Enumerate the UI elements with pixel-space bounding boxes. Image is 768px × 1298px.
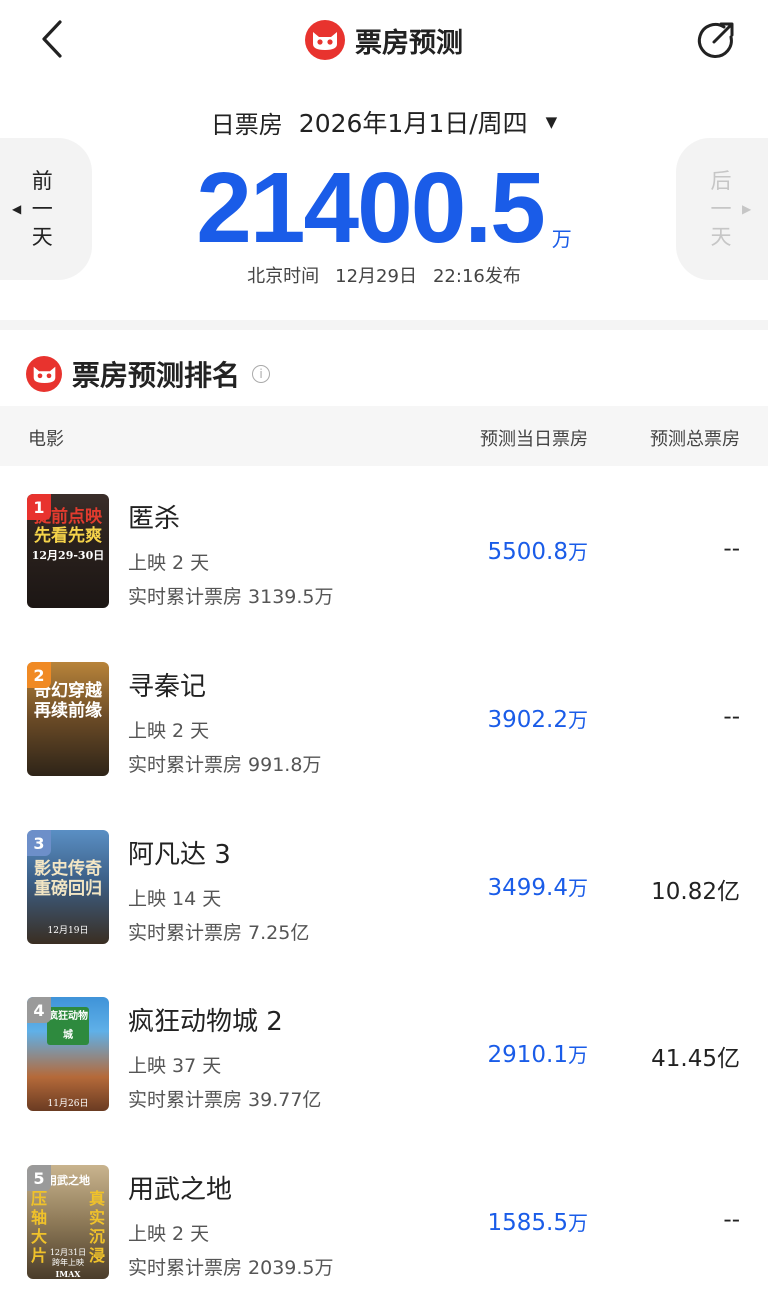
- info-icon[interactable]: i: [252, 365, 271, 383]
- publish-time-text: 22:16发布: [432, 266, 521, 287]
- total-forecast-value: 21400.5: [196, 152, 545, 264]
- movie-title: 匿杀: [128, 504, 181, 534]
- day-forecast: 3499.4万: [488, 872, 588, 901]
- poster-text: 12月19日: [47, 926, 89, 936]
- poster-text: 疯狂动物城: [47, 1007, 89, 1045]
- rank-badge: 4: [27, 997, 51, 1023]
- date-selector[interactable]: 日票房 2026年1月1日/周四 ▼: [0, 104, 768, 140]
- day-forecast: 5500.8万: [488, 536, 588, 565]
- rank-badge: 3: [27, 830, 51, 856]
- share-arrow-icon: [697, 22, 734, 58]
- total-forecast-cell: 10.82亿: [651, 879, 740, 905]
- release-days: 上映 2 天: [128, 552, 210, 574]
- cumulative-box-office: 实时累计票房 2039.5万: [128, 1257, 334, 1279]
- day-forecast-value: 3902.2: [487, 707, 568, 733]
- day-forecast-unit: 万: [568, 1043, 588, 1067]
- release-days: 上映 37 天: [128, 1055, 222, 1077]
- column-header-total-forecast: 预测总票房: [650, 429, 740, 450]
- release-days: 上映 2 天: [128, 720, 210, 742]
- cumulative-box-office: 实时累计票房 7.25亿: [128, 922, 310, 944]
- cumulative-box-office: 实时累计票房 3139.5万: [128, 586, 334, 608]
- day-forecast-unit: 万: [568, 1211, 588, 1235]
- movie-title: 用武之地: [128, 1175, 233, 1205]
- rank-badge: 2: [27, 662, 51, 688]
- release-days: 上映 14 天: [128, 888, 222, 910]
- day-forecast: 3902.2万: [488, 704, 588, 733]
- movie-poster: 疯狂动物城 11月26日 4: [27, 997, 109, 1111]
- table-row[interactable]: 提前点映 先看先爽 12月29-30日 1 匿杀 上映 2 天 实时累计票房 3…: [0, 494, 768, 614]
- date-type-label: 日票房: [210, 110, 283, 139]
- dropdown-caret-icon: ▼: [545, 113, 558, 131]
- movie-title: 阿凡达 3: [128, 840, 231, 870]
- publish-zone: 北京时间: [247, 266, 320, 287]
- poster-text: 11月26日: [47, 1099, 89, 1109]
- total-forecast-cell: --: [723, 536, 740, 562]
- poster-text: 再续前缘: [34, 701, 102, 721]
- cat-logo-icon: [26, 356, 62, 392]
- cat-logo-icon: [305, 20, 345, 60]
- poster-text: 先看先爽: [34, 526, 102, 546]
- total-forecast-cell: --: [723, 1207, 740, 1233]
- movie-poster: 奇幻穿越 再续前缘 2: [27, 662, 109, 776]
- table-row[interactable]: 奇幻穿越 再续前缘 2 寻秦记 上映 2 天 实时累计票房 991.8万 390…: [0, 662, 768, 782]
- table-header: 电影 预测当日票房 预测总票房: [0, 406, 768, 466]
- poster-text: 重磅回归: [34, 879, 102, 899]
- total-forecast-cell: --: [723, 704, 740, 730]
- day-forecast-unit: 万: [568, 876, 588, 900]
- date-value: 2026年1月1日/周四: [298, 109, 528, 138]
- column-header-day-forecast: 预测当日票房: [480, 429, 588, 450]
- day-forecast-unit: 万: [568, 540, 588, 564]
- movie-poster: 影史传奇 重磅回归 12月19日 3: [27, 830, 109, 944]
- release-days: 上映 2 天: [128, 1223, 210, 1245]
- day-forecast-value: 5500.8: [487, 539, 568, 565]
- title-group: 票房预测: [0, 20, 768, 60]
- column-header-movie: 电影: [28, 429, 64, 450]
- movie-title: 疯狂动物城 2: [128, 1007, 283, 1037]
- cumulative-box-office: 实时累计票房 39.77亿: [128, 1089, 322, 1111]
- rank-badge: 5: [27, 1165, 51, 1191]
- table-row[interactable]: 用武之地 压轴大片 真实沉浸 12月31日 跨年上映 IMAX 5 用武之地 上…: [0, 1165, 768, 1285]
- poster-text: 影史传奇: [34, 859, 102, 879]
- total-forecast: 21400.5 万: [0, 158, 768, 258]
- table-row[interactable]: 疯狂动物城 11月26日 4 疯狂动物城 2 上映 37 天 实时累计票房 39…: [0, 997, 768, 1117]
- movie-poster: 用武之地 压轴大片 真实沉浸 12月31日 跨年上映 IMAX 5: [27, 1165, 109, 1279]
- section-divider: [0, 320, 768, 330]
- movie-poster: 提前点映 先看先爽 12月29-30日 1: [27, 494, 109, 608]
- page-title: 票房预测: [355, 27, 463, 59]
- section-title: 票房预测排名: [72, 359, 241, 392]
- poster-text: 12月29-30日: [31, 549, 105, 562]
- total-forecast-cell: 41.45亿: [651, 1046, 740, 1072]
- table-row[interactable]: 影史传奇 重磅回归 12月19日 3 阿凡达 3 上映 14 天 实时累计票房 …: [0, 830, 768, 950]
- total-forecast-unit: 万: [551, 227, 572, 251]
- publish-time: 北京时间 12月29日 22:16发布: [0, 262, 768, 288]
- day-forecast: 2910.1万: [488, 1039, 588, 1068]
- top-bar: 票房预测: [0, 0, 768, 84]
- cumulative-box-office: 实时累计票房 991.8万: [128, 754, 322, 776]
- day-forecast-value: 2910.1: [487, 1042, 568, 1068]
- movie-title: 寻秦记: [128, 672, 207, 702]
- poster-text: IMAX: [55, 1269, 81, 1279]
- day-forecast: 1585.5万: [488, 1207, 588, 1236]
- day-forecast-value: 1585.5: [487, 1210, 568, 1236]
- day-forecast-value: 3499.4: [487, 875, 568, 901]
- day-forecast-unit: 万: [568, 708, 588, 732]
- rank-badge: 1: [27, 494, 51, 520]
- publish-date: 12月29日: [335, 266, 417, 287]
- ranking-section-header: 票房预测排名 i: [26, 354, 271, 394]
- share-button[interactable]: [694, 18, 738, 62]
